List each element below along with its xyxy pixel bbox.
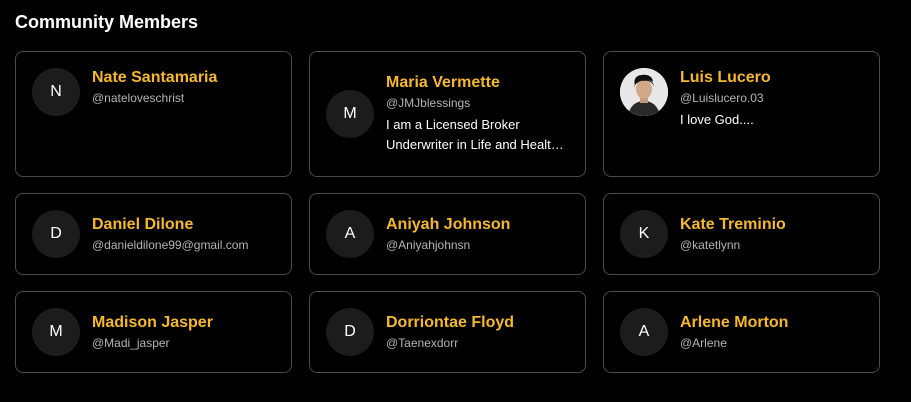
member-card-maria-vermette[interactable]: M Maria Vermette @JMJblessings I am a Li… <box>309 51 586 177</box>
member-info: Luis Lucero @Luislucero.03 I love God...… <box>680 68 863 130</box>
member-handle: @Madi_jasper <box>92 336 170 350</box>
member-card-nate-santamaria[interactable]: N Nate Santamaria @nateloveschrist <box>15 51 292 177</box>
member-name: Nate Santamaria <box>92 69 218 86</box>
avatar: D <box>32 210 80 258</box>
member-handle: @nateloveschrist <box>92 91 185 105</box>
member-handle: @Taenexdorr <box>386 336 459 350</box>
member-info: Maria Vermette @JMJblessings I am a Lice… <box>386 73 569 155</box>
member-card-madison-jasper[interactable]: M Madison Jasper @Madi_jasper <box>15 291 292 373</box>
member-handle: @Luislucero.03 <box>680 91 764 105</box>
section-title: Community Members <box>15 12 199 32</box>
member-bio: I am a Licensed Broker Underwriter in Li… <box>386 117 558 152</box>
members-grid: N Nate Santamaria @nateloveschrist M Mar… <box>15 51 880 389</box>
member-card-luis-lucero[interactable]: Luis Lucero @Luislucero.03 I love God...… <box>603 51 880 177</box>
member-name: Kate Treminio <box>680 216 786 233</box>
member-name: Dorriontae Floyd <box>386 314 515 331</box>
user-photo-icon <box>620 68 668 116</box>
avatar: N <box>32 68 80 116</box>
member-handle: @Arlene <box>680 336 727 350</box>
member-info: Arlene Morton @Arlene <box>680 313 863 351</box>
member-info: Madison Jasper @Madi_jasper <box>92 313 275 351</box>
member-handle: @danieldilone99@gmail.com <box>92 238 249 252</box>
member-info: Nate Santamaria @nateloveschrist <box>92 68 275 106</box>
members-row: M Madison Jasper @Madi_jasper D Dorriont… <box>15 291 880 373</box>
member-name: Daniel Dilone <box>92 216 194 233</box>
member-card-kate-treminio[interactable]: K Kate Treminio @katetlynn <box>603 193 880 275</box>
member-card-daniel-dilone[interactable]: D Daniel Dilone @danieldilone99@gmail.co… <box>15 193 292 275</box>
member-bio: I love God.... <box>680 112 754 127</box>
members-row: N Nate Santamaria @nateloveschrist M Mar… <box>15 51 880 177</box>
member-info: Dorriontae Floyd @Taenexdorr <box>386 313 569 351</box>
member-info: Kate Treminio @katetlynn <box>680 215 863 253</box>
member-card-arlene-morton[interactable]: A Arlene Morton @Arlene <box>603 291 880 373</box>
member-name: Maria Vermette <box>386 74 500 91</box>
community-members-page: Community Members N Nate Santamaria @nat… <box>0 0 911 402</box>
members-row: D Daniel Dilone @danieldilone99@gmail.co… <box>15 193 880 275</box>
avatar: M <box>326 90 374 138</box>
member-card-dorriontae-floyd[interactable]: D Dorriontae Floyd @Taenexdorr <box>309 291 586 373</box>
avatar: A <box>326 210 374 258</box>
avatar: A <box>620 308 668 356</box>
avatar <box>620 68 668 116</box>
avatar: K <box>620 210 668 258</box>
member-name: Madison Jasper <box>92 314 213 331</box>
member-handle: @JMJblessings <box>386 96 471 110</box>
member-card-aniyah-johnson[interactable]: A Aniyah Johnson @Aniyahjohnsn <box>309 193 586 275</box>
member-name: Arlene Morton <box>680 314 789 331</box>
member-name: Aniyah Johnson <box>386 216 511 233</box>
avatar: M <box>32 308 80 356</box>
member-info: Aniyah Johnson @Aniyahjohnsn <box>386 215 569 253</box>
member-info: Daniel Dilone @danieldilone99@gmail.com <box>92 215 275 253</box>
avatar: D <box>326 308 374 356</box>
member-name: Luis Lucero <box>680 69 771 86</box>
member-handle: @katetlynn <box>680 238 741 252</box>
member-handle: @Aniyahjohnsn <box>386 238 471 252</box>
